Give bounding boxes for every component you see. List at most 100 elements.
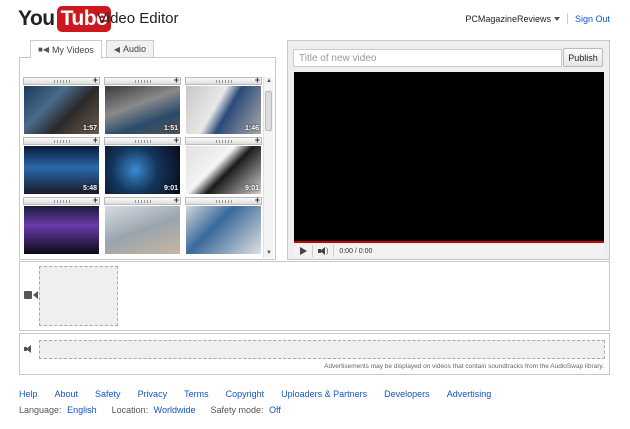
footer-link[interactable]: Advertising (447, 389, 492, 399)
video-duration: 1:57 (82, 125, 97, 132)
tab-label: My Videos (51, 44, 94, 55)
add-icon[interactable]: + (255, 135, 260, 145)
thumbnail-image[interactable] (105, 206, 180, 254)
video-preview-screen[interactable] (294, 72, 604, 243)
thumbnail-drag-handle[interactable]: + (104, 77, 181, 85)
footer-link[interactable]: About (55, 389, 79, 399)
add-icon[interactable]: + (255, 195, 260, 205)
footer-link[interactable]: Copyright (226, 389, 265, 399)
grip-icon (54, 200, 72, 203)
add-icon[interactable]: + (93, 135, 98, 145)
video-thumbnail[interactable]: + (104, 195, 181, 254)
add-icon[interactable]: + (174, 195, 179, 205)
language-label: Language: (19, 405, 62, 415)
sign-out-link[interactable]: Sign Out (575, 14, 610, 24)
video-thumbnail[interactable]: +1:51 (104, 77, 181, 134)
video-timeline-track (19, 261, 610, 331)
thumbnail-drag-handle[interactable]: + (185, 135, 262, 145)
divider (333, 245, 335, 257)
footer-link[interactable]: Terms (184, 389, 209, 399)
video-thumbnail[interactable]: + (23, 195, 100, 254)
audio-timeline-track: Advertisements may be displayed on video… (19, 333, 610, 375)
thumbnail-image[interactable]: 9:01 (186, 146, 261, 194)
video-thumbnail[interactable]: + (185, 195, 262, 254)
add-icon[interactable]: + (174, 135, 179, 145)
preview-panel: Publish ) 0:00 / 0:00 (287, 40, 610, 260)
video-duration: 5:48 (82, 185, 97, 192)
divider (566, 13, 568, 24)
grip-icon (54, 80, 72, 83)
video-thumbnail[interactable]: +9:01 (104, 135, 181, 194)
footer-link[interactable]: Help (19, 389, 38, 399)
player-controls: ) 0:00 / 0:00 (294, 244, 604, 258)
divider (312, 245, 313, 257)
video-thumbnail[interactable]: +1:57 (23, 77, 100, 134)
volume-icon[interactable]: ) (318, 247, 328, 255)
thumbnail-drag-handle[interactable]: + (23, 77, 100, 85)
add-icon[interactable]: + (93, 195, 98, 205)
footer-link[interactable]: Uploaders & Partners (281, 389, 367, 399)
grip-icon (135, 200, 153, 203)
grip-icon (216, 80, 234, 83)
language-link[interactable]: English (67, 405, 97, 415)
scroll-down-icon[interactable]: ▼ (264, 249, 274, 258)
speaker-icon (24, 345, 31, 353)
location-label: Location: (111, 405, 149, 415)
publish-button[interactable]: Publish (563, 48, 603, 67)
grip-icon (216, 200, 234, 203)
safety-mode-label: Safety mode: (210, 405, 264, 415)
video-thumbnail[interactable]: +5:48 (23, 135, 100, 194)
add-icon[interactable]: + (255, 77, 260, 85)
grip-icon (135, 80, 153, 83)
thumbnail-drag-handle[interactable]: + (185, 195, 262, 205)
video-thumbnail[interactable]: +9:01 (185, 135, 262, 194)
speaker-icon: ◀ (113, 44, 120, 54)
add-icon[interactable]: + (93, 77, 98, 85)
scroll-up-icon[interactable]: ▲ (264, 77, 274, 86)
safety-mode-link[interactable]: Off (269, 405, 281, 415)
location-link[interactable]: Worldwide (154, 405, 196, 415)
thumbnail-image[interactable] (186, 206, 261, 254)
video-grid: +1:57 +1:51 +1:46 +5:48 +9:01 +9:01 + + + (23, 77, 264, 258)
thumbnail-drag-handle[interactable]: + (23, 195, 100, 205)
tab-label: Audio (123, 44, 147, 54)
footer-settings: Language: English Location: Worldwide Sa… (19, 405, 296, 415)
video-camera-icon (24, 291, 38, 299)
clip-drop-slot[interactable] (39, 266, 118, 326)
video-thumbnail[interactable]: +1:46 (185, 77, 262, 134)
footer-links: Help About Safety Privacy Terms Copyright Uplo… (19, 389, 508, 399)
audio-drop-slot[interactable] (39, 340, 605, 359)
chevron-down-icon[interactable] (553, 16, 560, 21)
thumbnail-image[interactable]: 5:48 (24, 146, 99, 194)
video-duration: 9:01 (244, 185, 259, 192)
page-title: Video Editor (97, 10, 179, 27)
add-icon[interactable]: + (174, 77, 179, 85)
play-icon[interactable] (300, 247, 307, 255)
thumbnail-image[interactable]: 9:01 (105, 146, 180, 194)
time-display: 0:00 / 0:00 (339, 247, 373, 255)
user-area: PCMagazineReviews Sign Out (465, 13, 610, 24)
username-menu[interactable]: PCMagazineReviews (465, 14, 551, 24)
video-library-panel: +1:57 +1:51 +1:46 +5:48 +9:01 +9:01 + + + ▲ ▼ (19, 57, 276, 260)
thumbnail-drag-handle[interactable]: + (185, 77, 262, 85)
scrollbar-thumb[interactable] (265, 91, 272, 131)
tab-audio[interactable]: ◀ Audio (105, 40, 155, 57)
thumbnail-image[interactable]: 1:57 (24, 86, 99, 134)
thumbnail-image[interactable] (24, 206, 99, 254)
video-duration: 1:51 (163, 125, 178, 132)
video-camera-icon: ■◀ (38, 45, 49, 54)
logo-you-text: You (18, 7, 55, 30)
thumbnail-drag-handle[interactable]: + (23, 135, 100, 145)
footer-link[interactable]: Privacy (138, 389, 168, 399)
tab-my-videos[interactable]: ■◀ My Videos (30, 40, 102, 58)
video-title-input[interactable] (293, 49, 562, 67)
grip-icon (216, 140, 234, 143)
footer-link[interactable]: Safety (95, 389, 121, 399)
grip-icon (135, 140, 153, 143)
thumbnail-drag-handle[interactable]: + (104, 195, 181, 205)
thumbnail-image[interactable]: 1:46 (186, 86, 261, 134)
footer-link[interactable]: Developers (384, 389, 430, 399)
thumbnail-image[interactable]: 1:51 (105, 86, 180, 134)
library-scrollbar[interactable]: ▲ ▼ (263, 77, 273, 258)
thumbnail-drag-handle[interactable]: + (104, 135, 181, 145)
